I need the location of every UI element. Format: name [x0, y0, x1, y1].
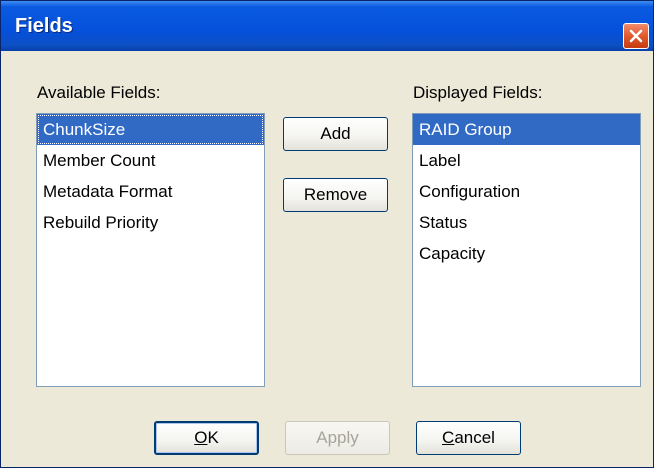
close-icon [629, 29, 643, 43]
list-item[interactable]: Member Count [37, 145, 264, 176]
add-button[interactable]: Add [283, 117, 388, 151]
ok-button[interactable]: OK [154, 421, 259, 455]
dialog-title: Fields [15, 15, 73, 37]
fields-dialog: Fields Available Fields: ChunkSize Membe… [0, 0, 654, 468]
list-item[interactable]: Capacity [413, 238, 640, 269]
cancel-mnemonic: C [442, 428, 455, 447]
available-fields-label: Available Fields: [37, 83, 161, 102]
list-item[interactable]: Rebuild Priority [37, 207, 264, 238]
apply-button[interactable]: Apply [285, 421, 390, 455]
close-button[interactable] [623, 23, 649, 49]
remove-button[interactable]: Remove [283, 178, 388, 212]
cancel-button[interactable]: Cancel [416, 421, 521, 455]
ok-label-rest: K [207, 428, 219, 447]
list-item[interactable]: Configuration [413, 176, 640, 207]
list-item[interactable]: RAID Group [413, 114, 640, 145]
list-item[interactable]: Label [413, 145, 640, 176]
displayed-fields-label: Displayed Fields: [413, 83, 543, 102]
list-item[interactable]: Metadata Format [37, 176, 264, 207]
cancel-label-rest: ancel [454, 428, 495, 447]
list-item[interactable]: Status [413, 207, 640, 238]
available-fields-list[interactable]: ChunkSize Member Count Metadata Format R… [36, 113, 265, 387]
list-item[interactable]: ChunkSize [37, 114, 264, 145]
ok-mnemonic: O [194, 428, 208, 447]
title-bar[interactable]: Fields [1, 1, 653, 51]
displayed-fields-list[interactable]: RAID Group Label Configuration Status Ca… [412, 113, 641, 387]
